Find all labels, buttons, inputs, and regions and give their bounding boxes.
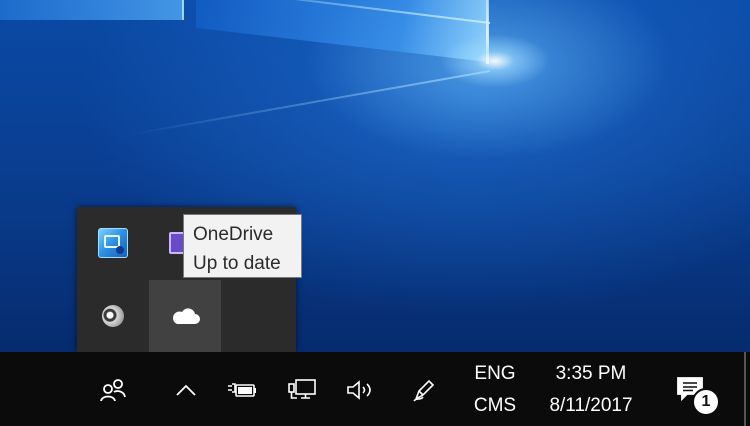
power-button[interactable]: [222, 370, 262, 410]
onedrive-tooltip: OneDrive Up to date: [183, 214, 302, 278]
language-secondary: CMS: [473, 395, 517, 416]
windows-ink-workspace-button[interactable]: [404, 370, 444, 410]
network-button[interactable]: [282, 370, 322, 410]
clock-button[interactable]: 3:35 PM 8/11/2017: [528, 358, 654, 422]
battery-charging-icon: [228, 383, 256, 397]
taskbar: ENG CMS 3:35 PM 8/11/2017 1: [0, 352, 750, 426]
tooltip-title: OneDrive: [193, 224, 274, 245]
clock-date: 8/11/2017: [549, 395, 633, 416]
tray-item-onedrive[interactable]: [149, 280, 221, 352]
volume-button[interactable]: [340, 370, 380, 410]
language-primary: ENG: [474, 363, 516, 384]
pen-workspace-icon: [413, 379, 435, 402]
wallpaper-glow: [440, 34, 550, 88]
network-icon: [288, 379, 316, 399]
people-icon: [100, 379, 126, 402]
intel-graphics-icon: [98, 228, 128, 258]
wallpaper-light-beam: [125, 70, 491, 137]
people-button[interactable]: [90, 370, 136, 410]
notification-count-badge: 1: [692, 388, 720, 416]
show-desktop-button[interactable]: [744, 352, 746, 426]
action-center-button[interactable]: 1: [664, 366, 720, 416]
clock-time: 3:35 PM: [555, 363, 627, 384]
tooltip-status: Up to date: [193, 253, 281, 274]
onedrive-cloud-icon: [173, 308, 200, 324]
tray-item-intel-graphics[interactable]: [77, 207, 149, 279]
input-language-button[interactable]: ENG CMS: [460, 358, 530, 422]
wallpaper-window-pane-left: [0, 0, 184, 20]
show-hidden-icons-button[interactable]: [168, 370, 204, 410]
tray-item-speaker[interactable]: [77, 280, 149, 352]
speaker-icon: [97, 300, 129, 332]
chevron-up-icon: [176, 384, 196, 396]
volume-icon: [347, 380, 371, 400]
